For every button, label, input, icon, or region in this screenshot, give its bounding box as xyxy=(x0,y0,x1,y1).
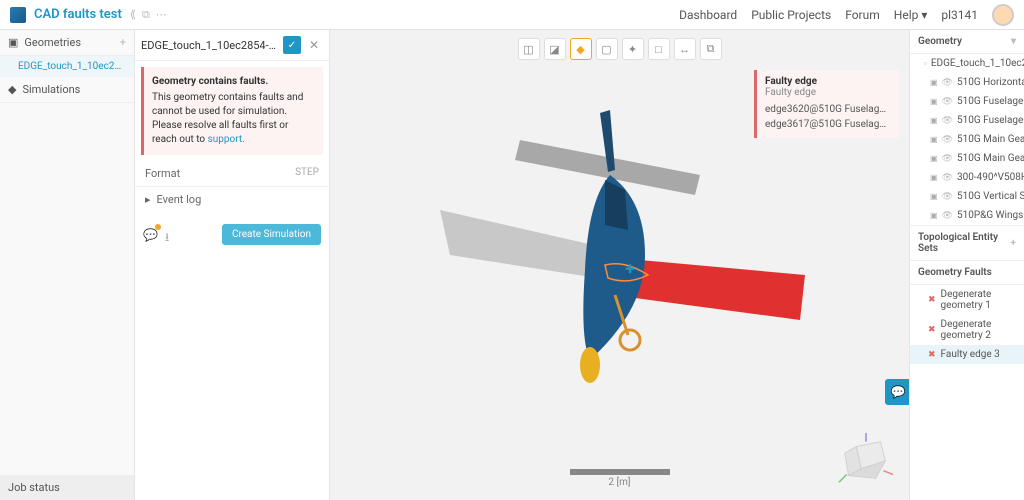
visibility-icon[interactable]: 👁 xyxy=(942,173,953,183)
project-actions: ⟪ ⧉ ⋯ xyxy=(130,8,167,22)
add-geometry-icon[interactable]: + xyxy=(120,36,126,49)
visibility-icon[interactable]: 👁 xyxy=(942,97,953,107)
tree-item[interactable]: ▣👁510G Fuselage^S2R … xyxy=(910,111,1024,130)
geometry-icon: ▣ xyxy=(8,36,18,49)
tree-item[interactable]: ▣👁510G Vertical Stab^S… xyxy=(910,187,1024,206)
geometries-header[interactable]: ▣ Geometries + xyxy=(0,30,134,56)
nav-public-projects[interactable]: Public Projects xyxy=(751,8,831,22)
viewport-3d[interactable]: ◫ ◪ ◆ ▢ ✦ □ ↔ ⧉ ✚ Faulty edge Faulty edg… xyxy=(330,30,909,500)
panel-title: EDGE_touch_1_10ec2854-517b-4468… xyxy=(141,39,279,52)
nav-forum[interactable]: Forum xyxy=(845,8,880,22)
more-icon[interactable]: ⋯ xyxy=(156,8,167,22)
tool-section-icon[interactable]: □ xyxy=(648,38,670,60)
copy-icon[interactable]: ⧉ xyxy=(142,8,150,22)
visibility-icon[interactable]: 👁 xyxy=(942,116,953,126)
simulation-icon: ◆ xyxy=(8,83,16,96)
faulty-title: Faulty edge xyxy=(765,76,891,87)
tree-item[interactable]: ▣👁510G Horizontal Sta… xyxy=(910,73,1024,92)
comment-icon[interactable]: 💬 xyxy=(143,228,157,242)
fault-icon: ✖ xyxy=(928,350,936,360)
tree-item[interactable]: ▣👁510G Fuselage^S2R … xyxy=(910,92,1024,111)
alert-title: Geometry contains faults. xyxy=(152,75,315,89)
tool-shaded-icon[interactable]: ◪ xyxy=(544,38,566,60)
viewport-toolbar: ◫ ◪ ◆ ▢ ✦ □ ↔ ⧉ xyxy=(518,38,722,60)
eventlog-row[interactable]: ▸ Event log xyxy=(135,187,329,212)
faulty-subtitle: Faulty edge xyxy=(765,87,891,98)
nav-username[interactable]: pl3141 xyxy=(941,8,978,22)
expand-icon[interactable]: ▣ xyxy=(930,116,938,125)
faulty-edge-callout: Faulty edge Faulty edge edge3620@510G Fu… xyxy=(754,70,899,138)
main: ▣ Geometries + EDGE_touch_1_10ec2854-517… xyxy=(0,30,1024,500)
topo-section-header[interactable]: Topological Entity Sets+ xyxy=(910,226,1024,261)
share-icon[interactable]: ⟪ xyxy=(130,8,136,22)
simulations-header[interactable]: ◆ Simulations xyxy=(0,77,134,103)
close-button[interactable]: ✕ xyxy=(305,36,323,54)
visibility-icon[interactable]: 👁 xyxy=(942,78,953,88)
app-logo-icon[interactable] xyxy=(10,7,26,23)
fault-alert: Geometry contains faults. This geometry … xyxy=(141,67,323,155)
expand-icon[interactable]: ▣ xyxy=(930,97,938,106)
tree-root[interactable]: ▫ EDGE_touch_1_10ec2854-5… xyxy=(910,54,1024,73)
nav-help[interactable]: Help ▾ xyxy=(894,8,928,22)
visibility-icon[interactable]: 👁 xyxy=(942,211,953,221)
left-sidebar: ▣ Geometries + EDGE_touch_1_10ec2854-517… xyxy=(0,30,135,500)
confirm-button[interactable]: ✓ xyxy=(283,36,301,54)
tool-move-icon[interactable]: ↔ xyxy=(674,38,696,60)
fault-icon: ✖ xyxy=(928,325,936,335)
scale-indicator: 2 [m] xyxy=(570,469,670,488)
nav-cube[interactable] xyxy=(837,432,895,490)
topbar-right: Dashboard Public Projects Forum Help ▾ p… xyxy=(679,4,1014,26)
chat-icon: 💬 xyxy=(891,385,906,399)
format-row: Format STEP xyxy=(135,161,329,187)
visibility-icon[interactable]: 👁 xyxy=(942,135,953,145)
format-value: STEP xyxy=(295,167,319,180)
faults-section-header[interactable]: Geometry Faults xyxy=(910,261,1024,285)
faulty-edge-item[interactable]: edge3617@510G Fuselage^S2R CF… xyxy=(765,117,891,132)
topbar-left: CAD faults test ⟪ ⧉ ⋯ xyxy=(10,7,167,23)
panel-footer: 💬 ⭳ Create Simulation xyxy=(135,216,329,253)
avatar[interactable] xyxy=(992,4,1014,26)
expand-icon[interactable]: ▣ xyxy=(930,135,938,144)
chat-button[interactable]: 💬 xyxy=(885,379,909,405)
expand-icon[interactable]: ▣ xyxy=(930,173,938,182)
tool-box-icon[interactable]: ▢ xyxy=(596,38,618,60)
expand-icon[interactable]: ▣ xyxy=(930,211,938,220)
nav-dashboard[interactable]: Dashboard xyxy=(679,8,737,22)
visibility-icon[interactable]: 👁 xyxy=(942,154,953,164)
fault-item[interactable]: ✖Degenerate geometry 2 xyxy=(910,315,1024,345)
tree-item[interactable]: ▣👁510P&G Wings^S2R… xyxy=(910,206,1024,225)
visibility-icon[interactable]: 👁 xyxy=(942,192,953,202)
chevron-right-icon: ▸ xyxy=(145,193,151,206)
fault-icon: ✖ xyxy=(928,295,936,305)
expand-icon[interactable]: ▣ xyxy=(930,192,938,201)
tree-item[interactable]: ▣👁510G Main Gear^S2… xyxy=(910,149,1024,168)
expand-icon[interactable]: ▣ xyxy=(930,78,938,87)
panel-header: EDGE_touch_1_10ec2854-517b-4468… ✓ ✕ xyxy=(135,30,329,61)
tool-settings-icon[interactable]: ⧉ xyxy=(700,38,722,60)
expand-icon[interactable]: ▣ xyxy=(930,154,938,163)
download-icon[interactable]: ⭳ xyxy=(165,228,179,242)
faulty-edge-item[interactable]: edge3620@510G Fuselage^S2R CF… xyxy=(765,102,891,117)
tool-wireframe-icon[interactable]: ◫ xyxy=(518,38,540,60)
create-simulation-button[interactable]: Create Simulation xyxy=(222,224,321,245)
fault-item[interactable]: ✖Degenerate geometry 1 xyxy=(910,285,1024,315)
geometry-tree-item[interactable]: EDGE_touch_1_10ec2854-517b… xyxy=(0,56,134,77)
footer-actions: 💬 ⭳ xyxy=(143,228,179,242)
job-status-bar[interactable]: Job status xyxy=(0,475,134,500)
fault-item-selected[interactable]: ✖Faulty edge 3 xyxy=(910,345,1024,364)
tool-measure-icon[interactable]: ✦ xyxy=(622,38,644,60)
details-panel: EDGE_touch_1_10ec2854-517b-4468… ✓ ✕ Geo… xyxy=(135,30,330,500)
tree-item[interactable]: ▣👁300-490^V508H-10… xyxy=(910,168,1024,187)
origin-marker-icon: ✚ xyxy=(625,262,635,276)
top-bar: CAD faults test ⟪ ⧉ ⋯ Dashboard Public P… xyxy=(0,0,1024,30)
geometry-section-header[interactable]: Geometry▾ xyxy=(910,30,1024,54)
tree-item[interactable]: ▣👁510G Main Gear^S2… xyxy=(910,130,1024,149)
support-link[interactable]: support. xyxy=(208,134,245,145)
right-panel: Geometry▾ ▫ EDGE_touch_1_10ec2854-5… ▣👁5… xyxy=(909,30,1024,500)
tool-select-icon[interactable]: ◆ xyxy=(570,38,592,60)
collapse-icon: ▫ xyxy=(924,59,927,68)
project-title[interactable]: CAD faults test xyxy=(34,7,122,22)
